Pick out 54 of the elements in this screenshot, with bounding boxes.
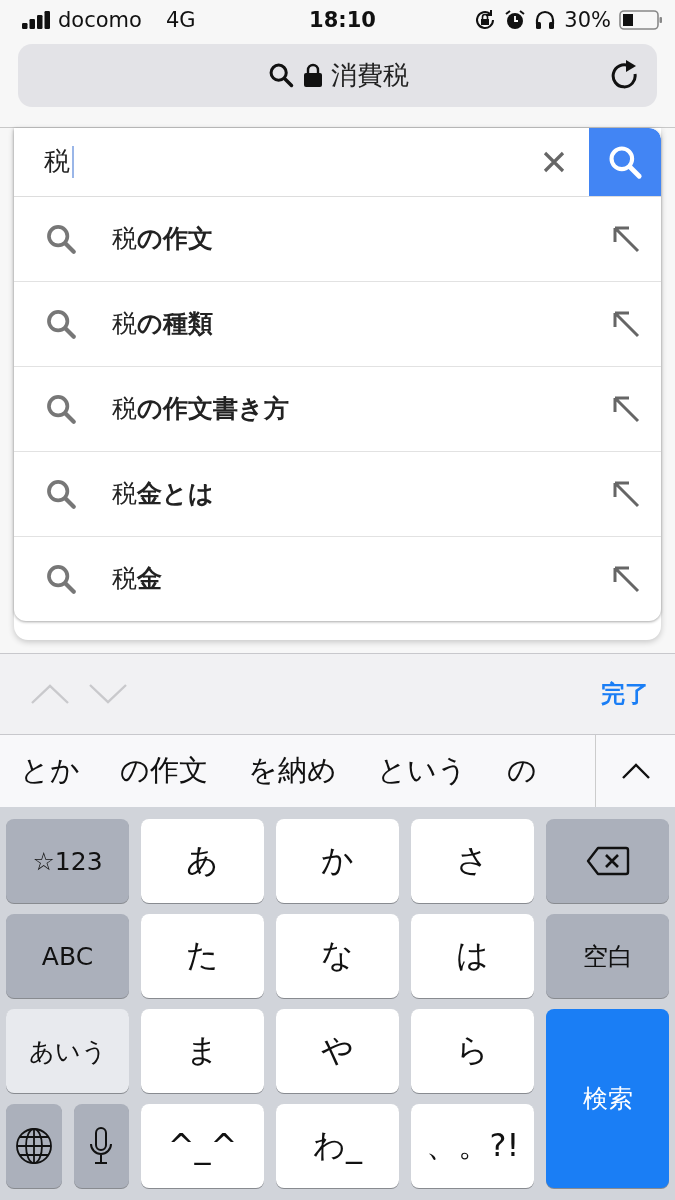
suggestion-text: 税金	[112, 563, 163, 596]
candidate-word[interactable]: の作文	[120, 751, 208, 791]
keyboard-key[interactable]: や	[276, 1009, 399, 1093]
suggestion-text: 税金とは	[112, 478, 215, 511]
network-type: 4G	[165, 7, 196, 32]
battery-percent: 30%	[564, 7, 611, 32]
search-button[interactable]	[589, 127, 661, 196]
candidate-word[interactable]: を納め	[248, 751, 337, 791]
address-text: 消費税	[330, 58, 409, 92]
alarm-icon	[504, 8, 527, 31]
suggestion-item[interactable]: 税の作文書き方	[14, 366, 661, 452]
candidate-word[interactable]: の	[507, 751, 537, 791]
keyboard-key[interactable]: ま	[141, 1009, 264, 1093]
candidate-word[interactable]: とか	[20, 751, 80, 791]
keyboard-key[interactable]: あ	[141, 819, 264, 903]
close-icon	[543, 150, 565, 173]
keyboard-key[interactable]: 空白	[546, 914, 669, 998]
lock-icon	[302, 62, 323, 89]
keyboard-key[interactable]: さ	[411, 819, 534, 903]
signal-icon	[22, 10, 52, 29]
keyboard-key[interactable]: か	[276, 819, 399, 903]
suggestion-item[interactable]: 税の種類	[14, 281, 661, 367]
suggestion-text: 税の作文	[112, 223, 214, 256]
suggestion-item[interactable]: 税金	[14, 536, 661, 621]
clock-time: 18:10	[309, 7, 376, 32]
microphone-key[interactable]	[73, 1104, 129, 1188]
candidate-word[interactable]: という	[377, 751, 467, 791]
caret-icon	[620, 762, 651, 780]
keyboard-key[interactable]: ☆123	[6, 819, 129, 903]
keyboard-key[interactable]: は	[411, 914, 534, 998]
suggestion-item[interactable]: 税金とは	[14, 451, 661, 537]
rotation-lock-icon	[474, 8, 497, 31]
search-field[interactable]: 税	[14, 144, 519, 180]
keyboard-key[interactable]: な	[276, 914, 399, 998]
microphone-icon	[89, 1126, 114, 1166]
headphones-icon	[534, 8, 557, 31]
keyboard-key[interactable]: ら	[411, 1009, 534, 1093]
globe-key[interactable]	[6, 1104, 62, 1188]
keyboard-key[interactable]: た	[141, 914, 264, 998]
globe-icon	[14, 1127, 53, 1165]
keyboard-key[interactable]: ^_^	[141, 1104, 264, 1188]
keyboard-key[interactable]: 、。?!	[411, 1104, 534, 1188]
suggestion-text: 税の作文書き方	[112, 393, 290, 426]
carrier-name: docomo	[58, 7, 142, 32]
delete-key[interactable]	[546, 819, 669, 903]
battery-icon	[619, 8, 663, 31]
keyboard-key[interactable]: わ_	[276, 1104, 399, 1188]
suggestion-text: 税の種類	[112, 308, 214, 341]
keyboard-key[interactable]: あいう	[6, 1009, 129, 1093]
address-bar[interactable]: 消費税	[18, 43, 657, 107]
delete-icon	[585, 846, 630, 876]
search-key[interactable]: 検索	[546, 1009, 669, 1188]
keyboard-key[interactable]: ABC	[6, 914, 129, 998]
suggestion-item[interactable]: 税の作文	[14, 196, 661, 282]
